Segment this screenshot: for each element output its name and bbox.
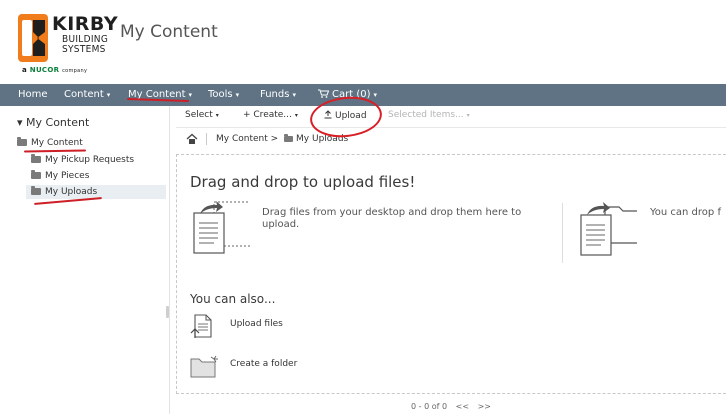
prev-page-button[interactable]: << [456,402,469,411]
nav-item-home[interactable]: Home [18,87,48,103]
folder-icon [31,154,41,163]
chevron-down-icon: ▾ [215,112,219,119]
logo-tagline-suffix: company [62,68,88,74]
chevron-down-icon: ▾ [106,91,111,99]
create-folder-label: Create a folder [230,359,298,369]
kirby-logo-mark-icon [18,14,48,62]
logo-tagline-brand: NUCOR [29,66,60,74]
pagination: 0 - 0 of 0 << >> [176,402,726,414]
selected-items-label: Selected Items... [388,110,464,120]
selected-items-button[interactable]: Selected Items... ▾ [388,110,470,120]
upload-files-label: Upload files [230,319,283,329]
nav-item-label: Content [64,89,104,100]
page-title: My Content [120,22,218,42]
sidebar-item-label: My Pieces [45,171,90,181]
folder-icon [31,186,41,195]
nav-item-funds[interactable]: Funds ▾ [260,87,296,103]
nav-item-label: Home [18,89,48,100]
nav-item-label: Tools [208,89,233,100]
chevron-down-icon: ▾ [188,91,193,99]
dropzone-heading: Drag and drop to upload files! [190,173,416,191]
next-page-button[interactable]: >> [478,402,491,411]
sidebar-item-my-pieces[interactable]: My Pieces [31,169,89,183]
create-button[interactable]: + Create... ▾ [243,110,298,120]
pagination-range: 0 - 0 of 0 [411,402,448,411]
sidebar-item-my-content[interactable]: My Content [17,136,83,150]
create-label: + Create... [243,110,292,120]
create-folder-link[interactable]: Create a folder [190,353,330,379]
dropzone-description: Drag files from your desktop and drop th… [262,207,522,230]
chevron-down-icon: ▾ [466,112,470,119]
logo-text-kirby: KIRBY [52,13,119,35]
select-button[interactable]: Select ▾ [185,110,219,120]
upload-files-link[interactable]: Upload files [190,313,330,339]
logo-tagline: a NUCOR company [22,66,87,74]
nav-item-label: Funds [260,89,290,100]
home-icon[interactable] [186,133,198,145]
kirby-logo[interactable]: KIRBY BUILDING SYSTEMS a NUCOR company [18,14,118,80]
app-header: KIRBY BUILDING SYSTEMS a NUCOR company M… [0,0,726,84]
dropzone-divider [562,203,563,263]
dropzone-description-secondary: You can drop f [650,207,721,218]
sidebar-item-label: My Pickup Requests [45,155,135,165]
chevron-down-icon: ▾ [235,91,240,99]
also-heading: You can also... [190,292,276,306]
chevron-down-icon: ▾ [373,91,378,99]
breadcrumb-root[interactable]: My Content [216,134,268,144]
sidebar-item-label: My Content [31,138,83,148]
folder-icon [284,134,294,142]
breadcrumb: My Content > My Uploads [176,129,726,151]
chevron-down-icon: ▾ [294,112,298,119]
nav-item-tools[interactable]: Tools ▾ [208,87,239,103]
select-label: Select [185,110,213,120]
nav-item-content[interactable]: Content ▾ [64,87,110,103]
cart-icon [318,89,330,98]
drop-file-folder-icon [580,202,637,256]
upload-file-icon [190,314,212,338]
logo-text-systems: SYSTEMS [62,44,106,55]
logo-tagline-prefix: a [22,66,28,74]
content-toolbar: Select ▾ + Create... ▾ Upload Selected Ite… [176,106,726,128]
folder-icon [17,137,27,146]
breadcrumb-divider [206,133,207,145]
new-folder-icon [190,355,218,378]
folder-icon [31,170,41,179]
sidebar-resize-handle[interactable] [166,306,169,318]
sidebar-title[interactable]: ▾ My Content [17,116,89,129]
sidebar-item-my-pickup-requests[interactable]: My Pickup Requests [31,153,134,167]
chevron-down-icon: ▾ [292,91,296,99]
sidebar-item-label: My Uploads [45,187,98,197]
breadcrumb-separator: > [270,134,279,144]
drag-file-icon [193,201,250,254]
upload-dropzone[interactable]: Drag and drop to upload files! Drag file… [176,154,726,394]
